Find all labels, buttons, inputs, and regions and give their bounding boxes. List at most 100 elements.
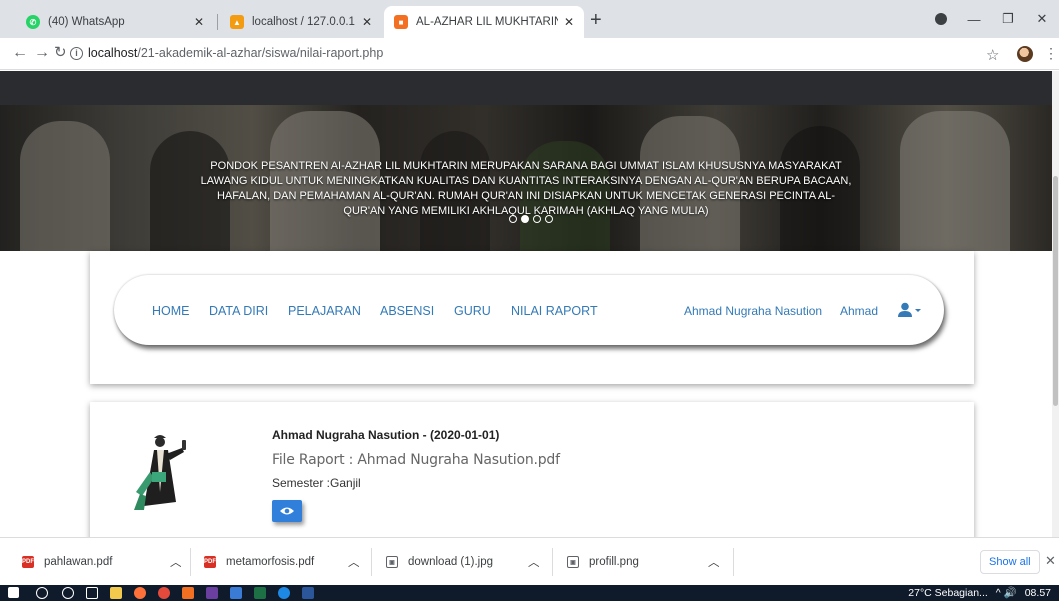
task-view-icon[interactable] (86, 587, 98, 599)
tab-whatsapp[interactable]: ✆ (40) WhatsApp ✕ (16, 6, 214, 38)
url-path: /21-akademik-al-azhar/siswa/nilai-raport… (137, 46, 384, 60)
xampp-icon[interactable] (182, 587, 194, 599)
download-bar: PDF pahlawan.pdf ︿ PDF metamorfosis.pdf … (0, 537, 1059, 585)
system-tray: 27°C Sebagian... ^ 🔊 08.57 (908, 586, 1051, 600)
avatar[interactable] (1017, 46, 1033, 62)
close-window-icon[interactable]: ✕ (1025, 11, 1059, 27)
menu-kebab-icon[interactable]: ⋮ (1044, 45, 1058, 62)
tab-title: (40) WhatsApp (48, 16, 125, 28)
download-file-name: profill.png (589, 556, 639, 568)
top-dark-band (0, 71, 1052, 105)
chevron-up-icon[interactable]: ︿ (170, 538, 182, 586)
tab-divider (217, 14, 218, 30)
back-icon[interactable]: ← (12, 44, 28, 62)
word-icon[interactable] (302, 587, 314, 599)
nav-guru[interactable]: GURU (454, 304, 491, 318)
restore-icon[interactable]: ❐ (991, 11, 1025, 27)
address-bar: ← → ↻ i localhost/21-akademik-al-azhar/s… (0, 38, 1059, 70)
image-file-icon: ▣ (567, 556, 579, 568)
chrome-icon[interactable] (158, 587, 170, 599)
carousel-dot[interactable] (533, 215, 541, 223)
tray-icons[interactable]: ^ 🔊 (996, 586, 1017, 599)
raport-file-name: File Raport : Ahmad Nugraha Nasution.pdf (272, 452, 560, 468)
tab-title: AL-AZHAR LIL MUKHTARIN (416, 16, 558, 28)
close-icon[interactable]: ✕ (1045, 553, 1056, 569)
file-explorer-icon[interactable] (110, 587, 122, 599)
raport-student-header: Ahmad Nugraha Nasution - (2020-01-01) (272, 428, 500, 442)
minimize-icon[interactable]: — (957, 12, 991, 27)
download-file-name: pahlawan.pdf (44, 556, 113, 568)
profile-icon[interactable] (935, 13, 947, 25)
browser-tab-bar: ✆ (40) WhatsApp ✕ ▲ localhost / 127.0.0.… (0, 0, 1059, 38)
os-taskbar: 27°C Sebagian... ^ 🔊 08.57 (0, 585, 1059, 601)
hero-caption: PONDOK PESANTREN AI-AZHAR LIL MUKHTARIN … (200, 160, 852, 217)
eye-icon (280, 507, 294, 515)
excel-icon[interactable] (254, 587, 266, 599)
chevron-up-icon[interactable]: ︿ (348, 538, 360, 586)
nav-nilai-raport[interactable]: NILAI RAPORT (511, 304, 598, 318)
firefox-icon[interactable] (134, 587, 146, 599)
visual-studio-icon[interactable] (206, 587, 218, 599)
page-scrollbar[interactable] (1052, 71, 1059, 537)
nav-user-shortname[interactable]: Ahmad (840, 304, 878, 318)
info-icon[interactable]: i (70, 47, 83, 60)
download-item[interactable]: PDF pahlawan.pdf (22, 538, 112, 586)
whatsapp-icon: ✆ (26, 15, 40, 29)
pdf-icon: PDF (204, 556, 216, 568)
download-item[interactable]: ▣ download (1).jpg (386, 538, 493, 586)
hero-carousel: PONDOK PESANTREN AI-AZHAR LIL MUKHTARIN … (0, 105, 1052, 251)
show-all-button[interactable]: Show all (980, 550, 1040, 574)
tab-phpmyadmin[interactable]: ▲ localhost / 127.0.0.1 / db_akadem ✕ (220, 6, 382, 38)
url-field[interactable]: localhost/21-akademik-al-azhar/siswa/nil… (88, 46, 383, 60)
download-divider (552, 548, 553, 576)
main-navbar: HOME DATA DIRI PELAJARAN ABSENSI GURU NI… (114, 275, 944, 345)
url-host: localhost (88, 46, 138, 60)
new-tab-button[interactable]: + (590, 10, 602, 30)
student-illustration (134, 435, 186, 510)
download-divider (371, 548, 372, 576)
nav-card: HOME DATA DIRI PELAJARAN ABSENSI GURU NI… (90, 251, 974, 384)
carousel-indicators (509, 215, 553, 223)
site-icon: ■ (394, 15, 408, 29)
download-item[interactable]: PDF metamorfosis.pdf (204, 538, 314, 586)
download-file-name: metamorfosis.pdf (226, 556, 315, 568)
carousel-dot-active[interactable] (521, 215, 529, 223)
carousel-dot[interactable] (509, 215, 517, 223)
chevron-up-icon[interactable]: ︿ (708, 538, 720, 586)
scrollbar-thumb[interactable] (1053, 176, 1058, 406)
raport-card: Ahmad Nugraha Nasution - (2020-01-01) Fi… (90, 402, 974, 537)
raport-semester: Semester :Ganjil (272, 476, 361, 490)
phpmyadmin-icon: ▲ (230, 15, 244, 29)
page-viewport: PONDOK PESANTREN AI-AZHAR LIL MUKHTARIN … (0, 71, 1052, 537)
carousel-dot[interactable] (545, 215, 553, 223)
clock[interactable]: 08.57 (1025, 587, 1051, 599)
search-icon[interactable] (36, 587, 48, 599)
nav-data-diri[interactable]: DATA DIRI (209, 304, 268, 318)
nav-pelajaran[interactable]: PELAJARAN (288, 304, 361, 318)
nav-home[interactable]: HOME (152, 304, 190, 318)
user-dropdown-icon[interactable] (898, 302, 922, 318)
window-controls: — ❐ ✕ (957, 0, 1059, 38)
close-icon[interactable]: ✕ (564, 15, 574, 29)
weather-text[interactable]: 27°C Sebagian... (908, 587, 988, 599)
app-icon[interactable] (230, 587, 242, 599)
download-item[interactable]: ▣ profill.png (567, 538, 639, 586)
windows-start-icon[interactable] (8, 587, 19, 598)
download-file-name: download (1).jpg (408, 556, 494, 568)
view-raport-button[interactable] (272, 500, 302, 522)
nav-absensi[interactable]: ABSENSI (380, 304, 434, 318)
nav-user-fullname[interactable]: Ahmad Nugraha Nasution (684, 304, 822, 318)
chevron-up-icon[interactable]: ︿ (528, 538, 540, 586)
download-divider (190, 548, 191, 576)
app-icon[interactable] (278, 587, 290, 599)
forward-icon[interactable]: → (34, 44, 50, 62)
close-icon[interactable]: ✕ (194, 15, 204, 29)
close-icon[interactable]: ✕ (362, 15, 372, 29)
bookmark-star-icon[interactable]: ☆ (986, 46, 999, 64)
pdf-icon: PDF (22, 556, 34, 568)
tab-al-azhar[interactable]: ■ AL-AZHAR LIL MUKHTARIN ✕ (384, 6, 584, 38)
cortana-icon[interactable] (62, 587, 74, 599)
download-divider (733, 548, 734, 576)
reload-icon[interactable]: ↻ (54, 44, 67, 62)
tab-title: localhost / 127.0.0.1 / db_akadem (252, 16, 356, 28)
